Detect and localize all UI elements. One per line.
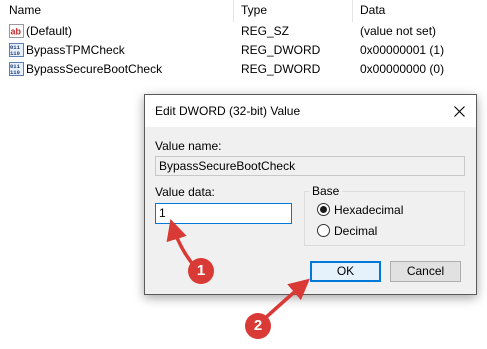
value-name: BypassSecureBootCheck (26, 62, 163, 76)
value-type: REG_SZ (241, 24, 290, 38)
value-data-input[interactable]: 1 (155, 203, 292, 224)
value-name: (Default) (26, 24, 73, 38)
base-group-label: Base (309, 184, 343, 198)
dialog-title: Edit DWORD (32-bit) Value (155, 104, 301, 118)
cancel-button[interactable]: Cancel (390, 261, 461, 282)
value-data: 0x00000000 (0) (360, 62, 445, 76)
value-data-label: Value data: (155, 185, 215, 199)
svg-text:110: 110 (10, 69, 20, 76)
close-button[interactable] (442, 95, 476, 127)
value-type: REG_DWORD (241, 62, 321, 76)
decimal-label[interactable]: Decimal (334, 224, 377, 238)
column-divider[interactable] (352, 0, 353, 22)
annotation-badge-1: 1 (188, 258, 214, 284)
annotation-badge-2: 2 (245, 313, 271, 339)
registry-row[interactable]: 011 110 BypassTPMCheck REG_DWORD 0x00000… (0, 41, 487, 60)
column-header-data[interactable]: Data (360, 0, 385, 22)
column-divider[interactable] (233, 0, 234, 22)
value-data: 0x00000001 (1) (360, 43, 445, 57)
registry-row[interactable]: 011 110 BypassSecureBootCheck REG_DWORD … (0, 60, 487, 79)
registry-row[interactable]: ab (Default) REG_SZ (value not set) (0, 22, 487, 41)
value-name: BypassTPMCheck (26, 43, 125, 57)
base-group (304, 191, 465, 246)
radio-selected-dot (320, 206, 327, 213)
column-header-type[interactable]: Type (241, 0, 267, 22)
value-data: (value not set) (360, 24, 437, 38)
string-value-icon: ab (9, 24, 24, 38)
dialog-title-bar[interactable]: Edit DWORD (32-bit) Value (145, 95, 476, 127)
hexadecimal-label[interactable]: Hexadecimal (334, 203, 403, 217)
close-icon (453, 105, 465, 117)
column-header-name[interactable]: Name (9, 0, 41, 22)
value-name-field[interactable]: BypassSecureBootCheck (155, 156, 465, 176)
decimal-radio[interactable] (317, 224, 330, 237)
binary-value-icon: 011 110 (9, 43, 24, 57)
binary-value-icon: 011 110 (9, 62, 24, 76)
svg-text:ab: ab (11, 27, 22, 37)
ok-button[interactable]: OK (310, 261, 381, 282)
value-name-label: Value name: (155, 139, 222, 153)
value-type: REG_DWORD (241, 43, 321, 57)
svg-text:110: 110 (10, 50, 20, 57)
hexadecimal-radio[interactable] (317, 203, 330, 216)
